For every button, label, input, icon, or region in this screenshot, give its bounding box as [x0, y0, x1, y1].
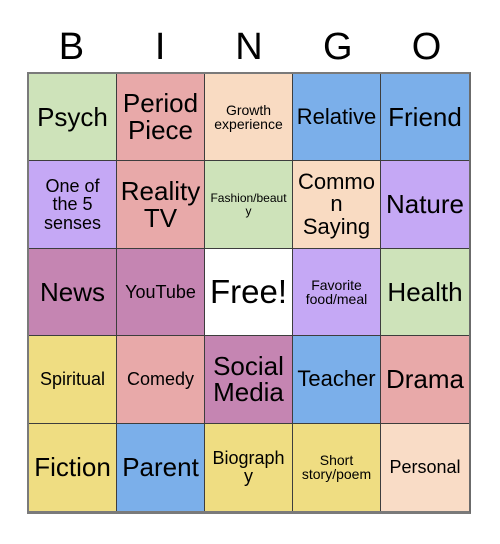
bingo-cell-label: Nature [385, 189, 465, 220]
bingo-cell-label: YouTube [125, 281, 196, 302]
bingo-cell[interactable]: Friend [381, 74, 469, 162]
bingo-cell[interactable]: YouTube [117, 248, 205, 337]
bingo-cell[interactable]: Fashion/beauty [205, 161, 293, 249]
bingo-header-letter: B [58, 26, 85, 68]
bingo-header-letter: I [154, 26, 166, 68]
bingo-cell-label: Growth experience [214, 101, 283, 133]
bingo-cell[interactable]: Social Media [205, 336, 293, 424]
bingo-cell[interactable]: Drama [381, 336, 469, 424]
bingo-cell[interactable]: One of the 5 senses [29, 161, 117, 249]
bingo-cell-label: Health [387, 276, 463, 307]
bingo-cell-label: Favorite food/meal [305, 276, 368, 307]
bingo-cell[interactable]: Psych [29, 74, 117, 162]
bingo-header-letter: G [323, 26, 353, 68]
bingo-cell[interactable]: Relative [293, 74, 381, 162]
bingo-cell-label: Drama [385, 364, 464, 394]
bingo-cell-label: Short story/poem [301, 451, 372, 483]
bingo-header-letter: N [235, 26, 263, 68]
bingo-cell[interactable]: Fiction [29, 423, 117, 511]
bingo-cell[interactable]: Biography [205, 423, 293, 511]
bingo-cell-label: Parent [122, 451, 199, 482]
bingo-cell[interactable]: Personal [381, 423, 469, 511]
bingo-cell-label: Comedy [126, 369, 195, 390]
bingo-cell-label: Social Media [213, 350, 284, 408]
bingo-cell-label: Friend [388, 101, 462, 132]
bingo-cell-label: Personal [389, 457, 461, 478]
bingo-cell-label: Fiction [34, 451, 111, 482]
bingo-cell-label: Spiritual [39, 369, 106, 390]
bingo-cell-label: Reality TV [120, 175, 201, 233]
bingo-cell[interactable]: Health [381, 248, 469, 337]
bingo-cell-label: One of the 5 senses [43, 175, 102, 233]
bingo-grid: Psych Period Piece Growth experience Relati… [27, 72, 471, 514]
bingo-cell-label: Relative [296, 103, 377, 129]
bingo-cell[interactable]: Period Piece [117, 74, 205, 162]
bingo-cell[interactable]: Parent [117, 423, 205, 511]
bingo-cell[interactable]: Growth experience [205, 74, 293, 162]
bingo-header-letter: O [411, 26, 442, 68]
bingo-cell[interactable]: Reality TV [117, 161, 205, 249]
bingo-cell-label: Psych [37, 101, 108, 132]
bingo-cell[interactable]: Spiritual [29, 336, 117, 424]
bingo-header-row: BINGO [27, 22, 471, 72]
bingo-cell[interactable]: Nature [381, 161, 469, 249]
bingo-cell-label: Fashion/beauty [210, 191, 287, 218]
bingo-cell-label: Period Piece [122, 88, 199, 146]
bingo-cell[interactable]: Common Saying [293, 161, 381, 249]
bingo-cell-label: Free! [209, 273, 288, 310]
bingo-cell-label: Biography [212, 447, 285, 487]
bingo-cell-label: News [39, 276, 105, 307]
bingo-cell-label: Common Saying [297, 168, 375, 239]
bingo-cell-free[interactable]: Free! [205, 248, 293, 337]
bingo-cell[interactable]: Comedy [117, 336, 205, 424]
bingo-cell[interactable]: Short story/poem [293, 423, 381, 511]
bingo-card: B I N G O Psych Period Piece Growth experience… [0, 0, 500, 544]
bingo-cell-label: Teacher [297, 366, 376, 392]
bingo-cell[interactable]: News [29, 248, 117, 337]
bingo-cell[interactable]: Favorite food/meal [293, 248, 381, 337]
bingo-cell[interactable]: Teacher [293, 336, 381, 424]
